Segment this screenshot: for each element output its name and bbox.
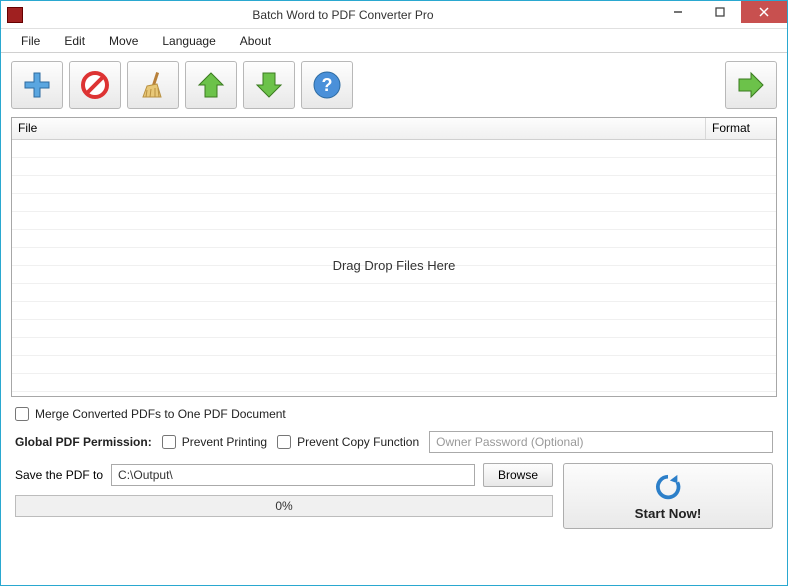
merge-checkbox[interactable] [15, 407, 29, 421]
options-area: Merge Converted PDFs to One PDF Document… [1, 397, 787, 453]
file-list-panel: File Format Drag Drop Files Here [11, 117, 777, 397]
prevent-printing-checkbox[interactable] [162, 435, 176, 449]
menu-file[interactable]: File [9, 30, 52, 52]
owner-password-input[interactable] [429, 431, 773, 453]
window-title: Batch Word to PDF Converter Pro [29, 8, 657, 22]
move-down-button[interactable] [243, 61, 295, 109]
column-file[interactable]: File [12, 118, 706, 139]
prevent-copy-text: Prevent Copy Function [297, 435, 419, 449]
help-icon: ? [311, 69, 343, 101]
prevent-copy-checkbox[interactable] [277, 435, 291, 449]
remove-button[interactable] [69, 61, 121, 109]
broom-icon [137, 69, 169, 101]
arrow-up-icon [195, 69, 227, 101]
close-button[interactable] [741, 1, 787, 23]
output-path-input[interactable] [111, 464, 475, 486]
progress-bar: 0% [15, 495, 553, 517]
window-controls [657, 1, 787, 28]
maximize-button[interactable] [699, 1, 741, 23]
browse-button[interactable]: Browse [483, 463, 553, 487]
move-up-button[interactable] [185, 61, 237, 109]
merge-checkbox-label[interactable]: Merge Converted PDFs to One PDF Document [15, 407, 286, 421]
arrow-down-icon [253, 69, 285, 101]
plus-icon [21, 69, 53, 101]
menu-about[interactable]: About [228, 30, 283, 52]
svg-text:?: ? [322, 75, 333, 95]
next-button[interactable] [725, 61, 777, 109]
refresh-icon [653, 472, 683, 502]
menu-language[interactable]: Language [150, 30, 227, 52]
drop-hint: Drag Drop Files Here [12, 258, 776, 273]
minimize-button[interactable] [657, 1, 699, 23]
toolbar: ? [1, 53, 787, 117]
no-entry-icon [79, 69, 111, 101]
app-icon [7, 7, 23, 23]
add-button[interactable] [11, 61, 63, 109]
prevent-printing-text: Prevent Printing [182, 435, 267, 449]
maximize-icon [715, 7, 725, 17]
progress-text: 0% [275, 499, 292, 513]
minimize-icon [673, 7, 683, 17]
close-icon [759, 7, 769, 17]
prevent-printing-label[interactable]: Prevent Printing [162, 435, 267, 449]
menu-move[interactable]: Move [97, 30, 150, 52]
save-label: Save the PDF to [15, 468, 103, 482]
titlebar: Batch Word to PDF Converter Pro [1, 1, 787, 29]
file-list-header: File Format [12, 118, 776, 140]
start-button-label: Start Now! [635, 506, 702, 521]
arrow-right-icon [735, 69, 767, 101]
help-button[interactable]: ? [301, 61, 353, 109]
prevent-copy-label[interactable]: Prevent Copy Function [277, 435, 419, 449]
permission-label: Global PDF Permission: [15, 435, 152, 449]
clear-button[interactable] [127, 61, 179, 109]
start-button[interactable]: Start Now! [563, 463, 773, 529]
menubar: File Edit Move Language About [1, 29, 787, 53]
file-drop-area[interactable]: Drag Drop Files Here [12, 140, 776, 396]
merge-label-text: Merge Converted PDFs to One PDF Document [35, 407, 286, 421]
menu-edit[interactable]: Edit [52, 30, 97, 52]
column-format[interactable]: Format [706, 118, 776, 139]
bottom-panel: Save the PDF to Browse 0% Start Now! [1, 453, 787, 539]
